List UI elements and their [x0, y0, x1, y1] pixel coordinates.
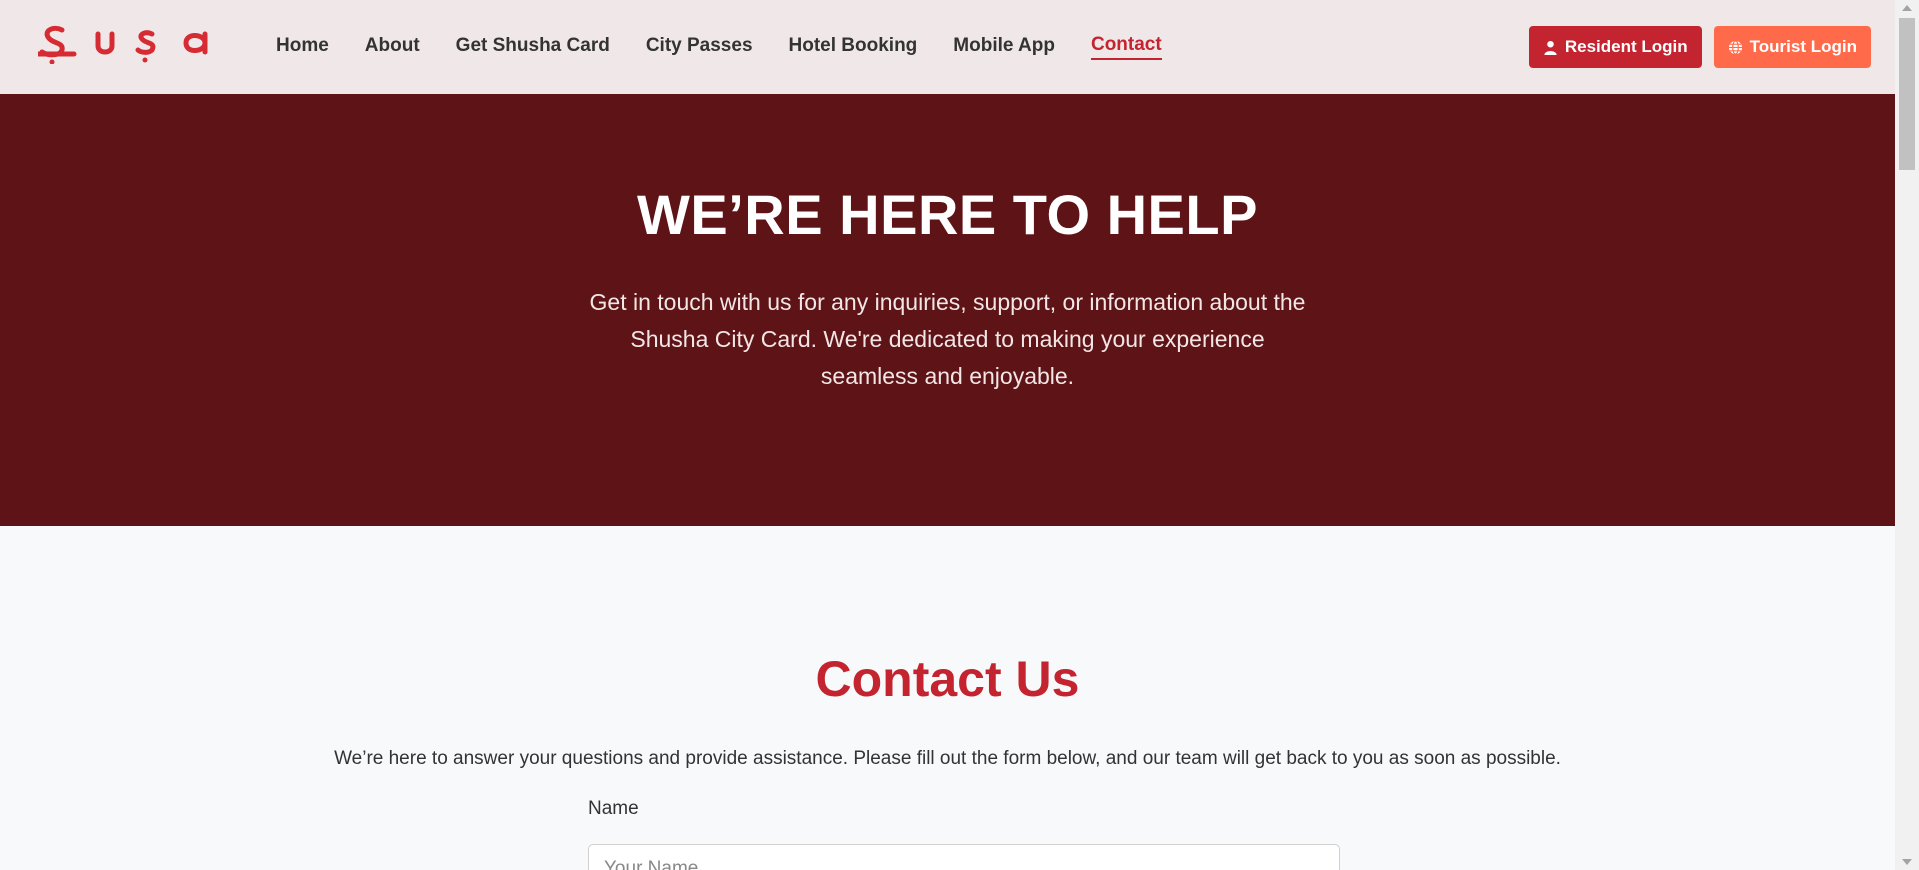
resident-login-label: Resident Login	[1564, 37, 1688, 56]
scroll-up-arrow-icon[interactable]	[1902, 5, 1912, 11]
auth-buttons: Resident Login Tourist Login	[1528, 26, 1871, 68]
nav-home[interactable]: Home	[276, 35, 329, 59]
nav-hotel-booking[interactable]: Hotel Booking	[789, 35, 918, 59]
name-input[interactable]	[588, 844, 1340, 870]
resident-login-button[interactable]: Resident Login	[1528, 26, 1702, 68]
scroll-down-arrow-icon[interactable]	[1902, 859, 1912, 865]
scroll-thumb[interactable]	[1899, 18, 1915, 170]
nav-get-shusha-card[interactable]: Get Shusha Card	[456, 35, 610, 59]
navbar: Home About Get Shusha Card City Passes H…	[0, 0, 1895, 94]
name-label: Name	[588, 798, 639, 819]
contact-section: Contact Us We’re here to answer your que…	[0, 526, 1895, 870]
nav-about[interactable]: About	[365, 35, 420, 59]
user-icon	[1544, 40, 1557, 55]
nav-city-passes[interactable]: City Passes	[646, 35, 753, 59]
tourist-login-button[interactable]: Tourist Login	[1713, 26, 1871, 68]
nav-mobile-app[interactable]: Mobile App	[953, 35, 1055, 59]
hero-text: Get in touch with us for any inquiries, …	[589, 289, 1306, 389]
globe-icon	[1728, 39, 1742, 55]
hero-section: WE’RE HERE TO HELP Get in touch with us …	[0, 94, 1895, 526]
contact-title: Contact Us	[815, 651, 1080, 707]
main-nav: Home About Get Shusha Card City Passes H…	[276, 0, 1162, 94]
susa-logo[interactable]	[38, 20, 214, 64]
tourist-login-label: Tourist Login	[1749, 37, 1857, 56]
hero-title: WE’RE HERE TO HELP	[637, 183, 1258, 246]
contact-description: We’re here to answer your questions and …	[334, 748, 1561, 769]
page-scrollbar[interactable]	[1895, 0, 1919, 870]
nav-contact[interactable]: Contact	[1090, 34, 1162, 60]
